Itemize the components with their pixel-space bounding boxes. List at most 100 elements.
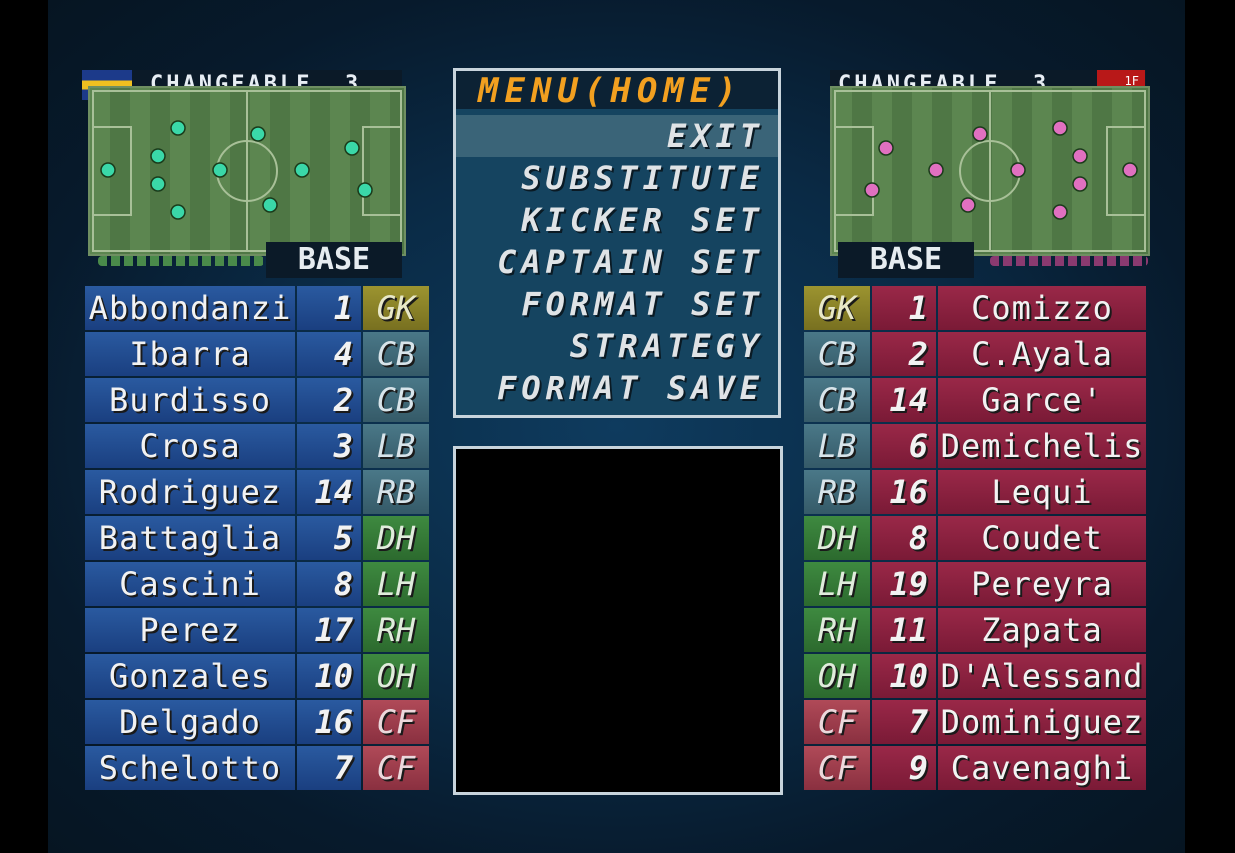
player-marker [170, 204, 186, 220]
player-marker [1072, 148, 1088, 164]
player-marker [100, 162, 116, 178]
away-formation-pitch[interactable] [830, 86, 1150, 256]
home-player-row[interactable]: Rodriguez 14 RB [84, 469, 430, 515]
player-position: LH [363, 562, 429, 606]
player-number: 1 [872, 286, 936, 330]
player-marker [972, 126, 988, 142]
player-name: Rodriguez [85, 470, 295, 514]
home-indicator-dots [98, 256, 264, 266]
player-position: CB [363, 378, 429, 422]
player-number: 8 [872, 516, 936, 560]
home-player-row[interactable]: Cascini 8 LH [84, 561, 430, 607]
menu-item-strategy[interactable]: STRATEGY [570, 325, 764, 367]
player-name: Delgado [85, 700, 295, 744]
player-name: Zapata [938, 608, 1146, 652]
player-marker [1072, 176, 1088, 192]
player-position: CF [363, 700, 429, 744]
preview-panel [453, 446, 783, 795]
player-position: CB [363, 332, 429, 376]
menu-item-exit[interactable]: EXIT [456, 115, 778, 157]
player-position: LB [363, 424, 429, 468]
away-player-row[interactable]: DH 8 Coudet [803, 515, 1149, 561]
player-number: 9 [872, 746, 936, 790]
home-player-row[interactable]: Burdisso 2 CB [84, 377, 430, 423]
player-marker [250, 126, 266, 142]
player-position: CB [804, 378, 870, 422]
player-position: RB [804, 470, 870, 514]
player-marker [1052, 120, 1068, 136]
player-name: Pereyra [938, 562, 1146, 606]
player-position: RB [363, 470, 429, 514]
away-player-row[interactable]: RB 16 Lequi [803, 469, 1149, 515]
penalty-box-left [834, 126, 874, 216]
penalty-box-right [362, 126, 402, 216]
menu-item-substitute[interactable]: SUBSTITUTE [521, 157, 764, 199]
player-name: Lequi [938, 470, 1146, 514]
menu-item-kicker-set[interactable]: KICKER SET [521, 199, 764, 241]
player-number: 3 [297, 424, 361, 468]
player-position: RH [363, 608, 429, 652]
away-player-row[interactable]: GK 1 Comizzo [803, 285, 1149, 331]
away-player-row[interactable]: OH 10 D'Alessand [803, 653, 1149, 699]
player-name: Crosa [85, 424, 295, 468]
player-name: Gonzales [85, 654, 295, 698]
home-player-row[interactable]: Schelotto 7 CF [84, 745, 430, 791]
away-player-row[interactable]: CF 7 Dominiguez [803, 699, 1149, 745]
away-player-row[interactable]: LB 6 Demichelis [803, 423, 1149, 469]
player-position: CF [804, 746, 870, 790]
player-number: 7 [297, 746, 361, 790]
player-position: OH [363, 654, 429, 698]
player-number: 11 [872, 608, 936, 652]
player-marker [864, 182, 880, 198]
home-base-label: BASE [266, 242, 402, 278]
player-name: Garce' [938, 378, 1146, 422]
away-player-row[interactable]: CF 9 Cavenaghi [803, 745, 1149, 791]
player-marker [212, 162, 228, 178]
player-marker [960, 197, 976, 213]
away-player-row[interactable]: CB 2 C.Ayala [803, 331, 1149, 377]
player-number: 10 [872, 654, 936, 698]
player-name: Perez [85, 608, 295, 652]
away-base-label: BASE [838, 242, 974, 278]
player-marker [878, 140, 894, 156]
menu-item-captain-set[interactable]: CAPTAIN SET [497, 241, 764, 283]
player-position: LB [804, 424, 870, 468]
home-player-row[interactable]: Gonzales 10 OH [84, 653, 430, 699]
player-marker [357, 182, 373, 198]
player-number: 2 [297, 378, 361, 422]
player-marker [928, 162, 944, 178]
player-number: 16 [872, 470, 936, 514]
away-player-row[interactable]: CB 14 Garce' [803, 377, 1149, 423]
player-name: Dominiguez [938, 700, 1146, 744]
menu-item-format-save[interactable]: FORMAT SAVE [497, 367, 764, 409]
player-name: C.Ayala [938, 332, 1146, 376]
player-name: Cavenaghi [938, 746, 1146, 790]
player-marker [262, 197, 278, 213]
home-formation-pitch[interactable] [88, 86, 406, 256]
home-player-row[interactable]: Abbondanzi 1 GK [84, 285, 430, 331]
away-player-list: GK 1 Comizzo CB 2 C.Ayala CB 14 Garce' LB 6 Demiche… [803, 285, 1149, 791]
player-name: Cascini [85, 562, 295, 606]
home-player-list: Abbondanzi 1 GK Ibarra 4 CB Burdisso 2 CB Crosa 3 L… [84, 285, 430, 791]
menu-item-format-set[interactable]: FORMAT SET [521, 283, 764, 325]
away-player-row[interactable]: RH 11 Zapata [803, 607, 1149, 653]
home-player-row[interactable]: Ibarra 4 CB [84, 331, 430, 377]
home-player-row[interactable]: Battaglia 5 DH [84, 515, 430, 561]
home-player-row[interactable]: Perez 17 RH [84, 607, 430, 653]
player-marker [1052, 204, 1068, 220]
away-player-row[interactable]: LH 19 Pereyra [803, 561, 1149, 607]
player-name: Demichelis [938, 424, 1146, 468]
player-number: 10 [297, 654, 361, 698]
player-number: 2 [872, 332, 936, 376]
player-number: 19 [872, 562, 936, 606]
player-marker [1122, 162, 1138, 178]
player-position: GK [363, 286, 429, 330]
player-number: 17 [297, 608, 361, 652]
home-player-row[interactable]: Delgado 16 CF [84, 699, 430, 745]
home-player-row[interactable]: Crosa 3 LB [84, 423, 430, 469]
player-position: CB [804, 332, 870, 376]
player-marker [150, 176, 166, 192]
player-name: Comizzo [938, 286, 1146, 330]
player-number: 4 [297, 332, 361, 376]
player-marker [294, 162, 310, 178]
